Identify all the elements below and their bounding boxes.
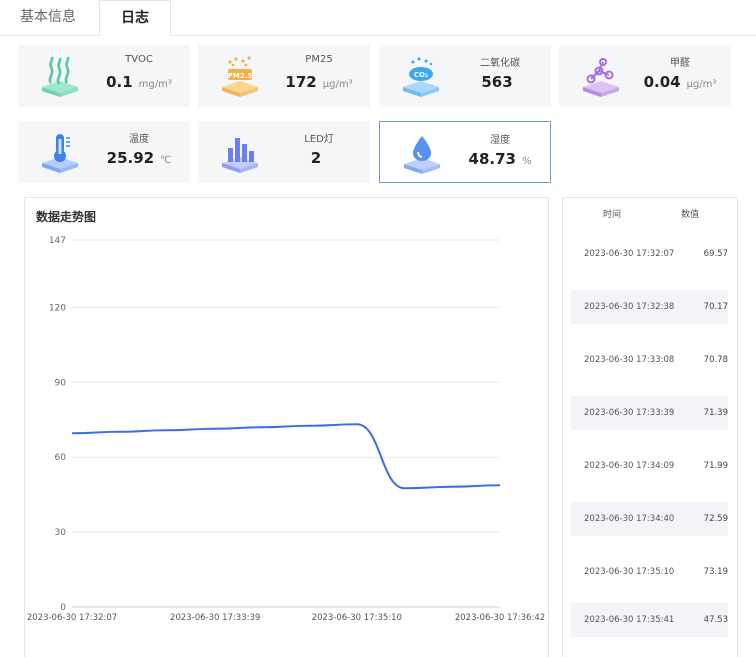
row-time: 2023-06-30 17:32:38 [584,302,675,312]
sensor-value: 2 [310,149,322,167]
sensor-value: 0.04 μg/m³ [643,73,717,91]
sensor-value: 48.73% [468,150,532,168]
thermometer-icon [42,134,78,173]
row-value: 47.53 [703,615,728,625]
droplet-icon [404,136,440,174]
row-time: 2023-06-30 17:33:39 [584,408,675,418]
y-tick-label: 147 [49,236,66,246]
x-tick-label: 2023-06-30 17:32:07 [27,613,117,623]
table-row[interactable]: 2023-06-30 17:32:38 70.17 [571,290,728,324]
sensor-card-pm25[interactable]: PM2.5 PM25 172 μg/m³ [198,45,370,107]
column-header-value: 数值 [681,210,700,220]
y-tick-label: 90 [55,378,67,388]
row-time: 2023-06-30 17:35:41 [584,615,675,625]
sensor-label: PM25 [305,54,333,65]
pm25-icon: PM2.5 [222,56,258,97]
tab-log[interactable]: 日志 [99,0,171,36]
series-line [71,423,501,490]
table-row[interactable]: 2023-06-30 17:34:40 72.59 [571,502,728,536]
waves-icon [42,56,78,97]
sensor-card-tvoc[interactable]: TVOC 0.1 mg/m³ [18,45,190,107]
sensor-value: 172 μg/m³ [285,73,353,91]
svg-text:CO₂: CO₂ [414,71,428,79]
bars-icon [222,138,258,173]
tab-basic-info[interactable]: 基本信息 [8,0,88,35]
y-tick-label: 120 [49,303,66,313]
row-time: 2023-06-30 17:35:10 [584,567,675,577]
row-value: 71.39 [703,408,728,418]
svg-text:PM2.5: PM2.5 [228,72,253,80]
x-tick-label: 2023-06-30 17:36:42 [455,613,545,623]
sensor-label: TVOC [125,54,153,65]
sensor-value: 563 [481,73,513,91]
row-time: 2023-06-30 17:33:08 [584,355,675,365]
sensor-card-led[interactable]: LED灯 2 [198,121,370,183]
trend-line-chart: 0 30 60 90 120 147 2023-06-30 17:32:07 2023-06-… [27,236,545,623]
x-tick-label: 2023-06-30 17:35:10 [312,613,402,623]
co2-icon: CO₂ [403,57,439,97]
sensor-card-temperature[interactable]: 温度 25.92 ℃ [18,121,190,183]
sensor-label: LED灯 [304,134,334,145]
y-tick-label: 0 [60,603,66,613]
sensor-card-co2[interactable]: CO₂ 二氧化碳 563 [379,45,551,107]
row-value: 69.57 [703,249,728,259]
row-time: 2023-06-30 17:34:09 [584,461,675,471]
table-row[interactable]: 2023-06-30 17:32:07 69.57 [571,237,728,271]
tab-bar: 基本信息 日志 [0,0,756,36]
sensor-value: 0.1 mg/m³ [106,73,172,91]
sensor-card-humidity[interactable]: 湿度 48.73% [379,121,551,183]
sensor-value: 25.92 ℃ [106,149,172,167]
y-tick-label: 30 [55,528,67,538]
row-value: 71.99 [703,461,728,471]
table-row[interactable]: 2023-06-30 17:33:39 71.39 [571,396,728,430]
y-tick-label: 60 [55,453,67,463]
row-value: 70.17 [703,302,728,312]
table-row[interactable]: 2023-06-30 17:35:10 73.19 [571,555,728,589]
sensor-label: 甲醛 [670,58,690,69]
sensor-label: 湿度 [490,135,510,146]
row-value: 72.59 [703,514,728,524]
table-row[interactable]: 2023-06-30 17:34:09 71.99 [571,449,728,483]
table-row[interactable]: 2023-06-30 17:33:08 70.78 [571,343,728,377]
trend-chart-panel: 数据走势图 0 30 60 90 120 147 2023-06-30 17:32:07 20… [24,197,549,657]
sensor-card-formaldehyde[interactable]: 甲醛 0.04 μg/m³ [559,45,731,107]
log-table-header: 时间 数值 [563,198,737,228]
log-table: 时间 数值 2023-06-30 17:32:07 69.57 2023-06-… [562,197,738,657]
x-tick-label: 2023-06-30 17:33:39 [170,613,260,623]
row-value: 70.78 [703,355,728,365]
column-header-time: 时间 [603,210,622,220]
sensor-label: 二氧化碳 [480,58,520,69]
row-time: 2023-06-30 17:34:40 [584,514,675,524]
row-value: 73.19 [703,567,728,577]
row-time: 2023-06-30 17:32:07 [584,249,675,259]
sensor-label: 温度 [129,134,149,145]
molecule-icon [583,58,619,97]
table-row[interactable]: 2023-06-30 17:35:41 47.53 [571,603,728,637]
